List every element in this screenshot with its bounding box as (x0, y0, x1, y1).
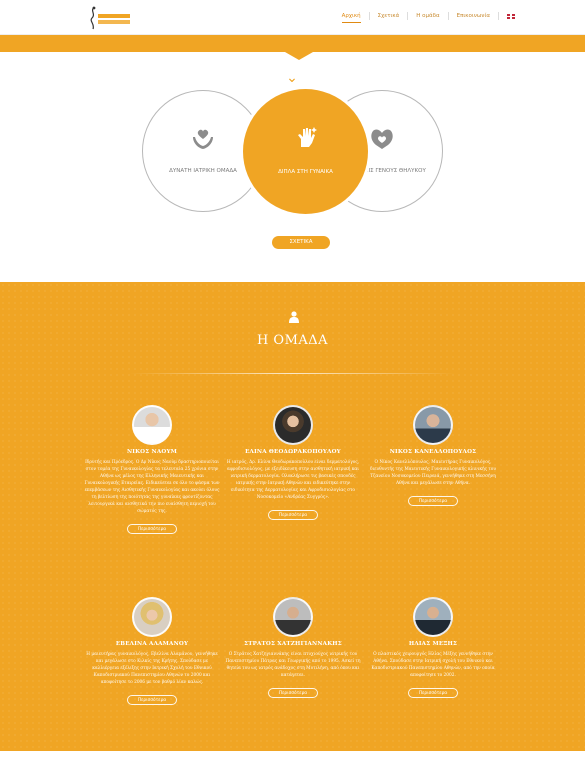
more-button[interactable]: Περισσότερα (407, 688, 459, 698)
member-bio: Η μαιευτήρας γυναικολόγος, Εβελίνα Αλαμά… (86, 652, 218, 685)
member-bio: Η ιατρός, Δρ. Ελίνα Θεοδωρακοπούλου είνα… (226, 460, 360, 500)
nav-item-team[interactable]: Η ομάδα (408, 13, 447, 19)
member-bio: Ο Νίκος Κανελλόπουλος, Μαιευτήρας Γυναικ… (370, 460, 496, 486)
hands-heart-icon (371, 129, 393, 149)
team-section: Η ΟΜΑΔΑ ΝΙΚΟΣ ΝΑΟΥΜ Ιδρυτής και Πρόεδρος… (0, 282, 585, 751)
member-name: ΗΛΙΑΣ ΜΕΞΗΣ (408, 641, 458, 647)
hand-sparkle-icon (297, 127, 317, 147)
logo-figure-icon (90, 6, 96, 30)
more-button[interactable]: Περισσότερα (126, 695, 178, 705)
member-photo (273, 405, 313, 445)
nav-item-contact[interactable]: Επικοινωνία (449, 13, 498, 19)
team-member-card: ΝΙΚΟΣ ΝΑΟΥΜ Ιδρυτής και Πρόεδρος. Ο Δρ Ν… (72, 405, 232, 534)
member-bio: Ιδρυτής και Πρόεδρος. Ο Δρ Νίκος Ναούμ δ… (84, 460, 220, 514)
service-circle-beside-woman[interactable]: ΔΙΠΛΑ ΣΤΗ ΓΥΝΑΙΚΑ (243, 89, 368, 214)
header-banner-strip (0, 35, 585, 60)
member-name: ΝΙΚΟΣ ΝΑΟΥΜ (126, 449, 178, 455)
nav-item-home[interactable]: Αρχική (334, 13, 369, 23)
more-button[interactable]: Περισσότερα (267, 510, 319, 520)
banner-pointer (285, 52, 313, 60)
member-photo (413, 597, 453, 637)
team-member-card: ΕΒΕΛΙΝΑ ΑΛΑΜΑΝΟΥ Η μαιευτήρας γυναικολόγ… (72, 597, 232, 705)
heart-hands-icon (193, 129, 213, 149)
team-member-card: ΝΙΚΟΣ ΚΑΝΕΛΛΟΠΟΥΛΟΣ Ο Νίκος Κανελλόπουλο… (353, 405, 513, 506)
member-bio: Ο πλαστικός χειρουργός Ηλίας Μέξης γεννή… (371, 652, 495, 678)
main-menu: Αρχική Σχετικά Η ομάδα Επικοινωνία (334, 12, 515, 23)
clinic-logo[interactable] (88, 5, 132, 31)
member-photo (132, 405, 172, 445)
more-button[interactable]: Περισσότερα (126, 524, 178, 534)
service-label: ΔΥΝΑΤΗ ΙΑΤΡΙΚΗ ΟΜΑΔΑ (169, 168, 237, 174)
top-navbar: Αρχική Σχετικά Η ομάδα Επικοινωνία (0, 0, 585, 35)
person-icon (289, 311, 299, 323)
section-divider (130, 373, 455, 374)
uk-flag-icon[interactable] (507, 13, 515, 19)
team-member-card: ΕΛΙΝΑ ΘΕΟΔΩΡΑΚΟΠΟΥΛΟΥ Η ιατρός, Δρ. Ελίν… (213, 405, 373, 520)
page-bottom (0, 751, 585, 769)
member-photo (132, 597, 172, 637)
more-button[interactable]: Περισσότερα (267, 688, 319, 698)
member-bio: Ο Στράτος Χατζηγιαννάκης είναι πτυχιούχο… (225, 652, 361, 678)
nav-item-about[interactable]: Σχετικά (370, 13, 408, 19)
member-name: ΣΤΡΑΤΟΣ ΧΑΤΖΗΓΙΑΝΝΑΚΗΣ (244, 641, 342, 647)
more-button[interactable]: Περισσότερα (407, 496, 459, 506)
chevron-down-icon[interactable]: ⌄ (286, 71, 298, 85)
about-button[interactable]: ΣΧΕΤΙΚΑ (272, 236, 330, 249)
member-name: ΝΙΚΟΣ ΚΑΝΕΛΛΟΠΟΥΛΟΣ (389, 449, 477, 455)
member-photo (413, 405, 453, 445)
member-photo (273, 597, 313, 637)
nav-separator (498, 12, 499, 20)
team-member-card: ΗΛΙΑΣ ΜΕΞΗΣ Ο πλαστικός χειρουργός Ηλίας… (353, 597, 513, 698)
team-member-card: ΣΤΡΑΤΟΣ ΧΑΤΖΗΓΙΑΝΝΑΚΗΣ Ο Στράτος Χατζηγι… (213, 597, 373, 698)
service-label: ΔΙΠΛΑ ΣΤΗ ΓΥΝΑΙΚΑ (278, 169, 333, 175)
member-name: ΕΒΕΛΙΝΑ ΑΛΑΜΑΝΟΥ (115, 641, 189, 647)
member-name: ΕΛΙΝΑ ΘΕΟΔΩΡΑΚΟΠΟΥΛΟΥ (245, 449, 341, 455)
team-title: Η ΟΜΑΔΑ (256, 333, 329, 348)
